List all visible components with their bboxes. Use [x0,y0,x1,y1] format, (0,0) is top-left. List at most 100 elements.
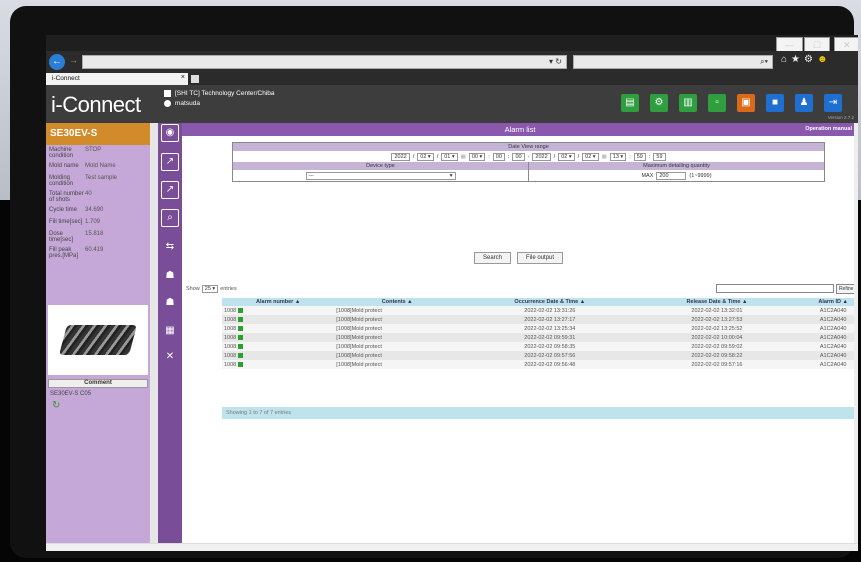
from-sec-input[interactable]: 00 [512,152,525,161]
column-header[interactable]: Occurrence Date & Time ▲ [460,298,640,306]
address-bar[interactable]: ▾ ↻ [82,55,567,69]
users-icon[interactable]: ♟ [795,94,813,112]
table-cell: [1008]Mold protect [334,306,461,315]
table-row[interactable]: 1008 [1008]Mold protect 2022-02-02 09:58:3… [222,342,858,351]
table-row[interactable]: 1008 [1008]Mold protect 2022-02-02 13:25:3… [222,324,858,333]
column-header[interactable]: Release Date & Time ▲ [639,298,795,306]
device-type-select[interactable]: --- ▾ [305,171,456,180]
table-row[interactable]: 1008 [1008]Mold protect 2022-02-02 13:27:1… [222,315,858,324]
left-scrollbar[interactable] [150,123,158,551]
transfer-icon[interactable]: ⇆ [161,239,179,257]
to-month-value: 02 [561,153,568,160]
table-row[interactable]: 1008 [1008]Mold protect 2022-02-02 09:57:5… [222,351,858,360]
settings-icon[interactable]: ⚙ [650,94,668,112]
alarm-detail-icon[interactable] [238,325,244,331]
alarm-number[interactable]: 1008 [224,344,236,350]
info-key: Mold name [49,163,79,169]
column-header[interactable]: Contents ▲ [334,298,461,306]
operation-manual-link[interactable]: Operation manual [805,126,852,132]
monitor-view-icon[interactable]: ◉ [161,124,179,142]
refresh-icon[interactable]: ▾ ↻ [549,57,562,66]
machine-info: Machine condition STOP Mold name Mold Name M… [46,145,150,265]
tab-bar: i-Connect × [46,73,858,85]
alarm-detail-icon[interactable] [238,316,244,322]
from-hour-select[interactable]: 00 ▾ [468,152,486,161]
entries-select[interactable]: 25 ▾ [201,285,219,293]
from-month-select[interactable]: 02 ▾ [417,152,434,161]
forward-icon[interactable]: → [69,55,78,65]
alarm-number[interactable]: 1008 [224,326,236,332]
from-year-input[interactable]: 2022 [391,152,410,161]
operator-icon[interactable]: ☗ [161,295,179,313]
gear-icon[interactable]: ⚙ [804,54,817,65]
to-min-input[interactable]: 59 [633,152,646,161]
file-output-button[interactable]: File output [517,252,564,264]
report-icon[interactable]: ▤ [621,94,639,112]
alarm-number[interactable]: 1008 [224,317,236,323]
search-icon[interactable]: ⌕▾ [760,57,768,67]
main-scrollbar[interactable] [854,123,858,551]
max-quantity-input[interactable]: 200 [656,171,687,180]
alarm-number[interactable]: 1008 [224,335,236,341]
to-month-select[interactable]: 02 ▾ [558,152,575,161]
alarm-detail-icon[interactable] [238,343,244,349]
machine-name[interactable]: SE30EV-S [46,123,150,145]
smiley-icon[interactable]: ☻ [817,54,832,65]
horizontal-scrollbar[interactable] [46,543,858,551]
max-quantity-label: Maximum detailing quantity [529,162,824,170]
table-cell: 2022-02-02 09:56:48 [460,360,640,369]
unlock-icon[interactable]: ▫ [708,94,726,112]
column-header[interactable]: Alarm ID ▲ [794,298,858,306]
mold-part-shape [58,325,138,355]
alarm-number[interactable]: 1008 [224,362,236,368]
document-icon[interactable]: ▥ [679,94,697,112]
calendar-icon[interactable]: ▦ [602,154,607,160]
alarm-number[interactable]: 1008 [224,353,236,359]
from-min-input[interactable]: 00 [492,152,505,161]
browser-search-input[interactable]: ⌕▾ [573,55,773,69]
alarm-user-icon[interactable]: ☗ [161,268,179,286]
alarm-list-panel: Alarm list Operation manual Date View ra… [182,123,858,551]
table-header: Alarm number ▲ Contents ▲ Occurrence Date … [222,298,858,306]
page-title: Alarm list [504,125,536,134]
alarm-number[interactable]: 1008 [224,308,236,314]
browser-tab[interactable]: i-Connect × [46,73,188,85]
max-prefix: MAX [641,172,654,179]
table-row[interactable]: 1008 [1008]Mold protect 2022-02-02 09:59:3… [222,333,858,342]
search-button[interactable]: Search [474,252,512,264]
info-value: 34.690 [85,207,104,213]
refresh-icon[interactable]: ↻ [52,400,144,411]
calendar-icon[interactable]: ▦ [461,154,466,160]
alarm-detail-icon[interactable] [238,334,244,340]
table-row[interactable]: 1008 [1008]Mold protect 2022-02-02 13:31:2… [222,306,858,315]
refine-input[interactable] [716,284,834,293]
back-icon[interactable]: ← [49,54,65,70]
info-value: 1.709 [85,219,101,225]
alarm-detail-icon[interactable] [238,307,244,313]
to-day-select[interactable]: 02 ▾ [582,152,599,161]
display-icon[interactable]: ■ [766,94,784,112]
action-buttons: Search File output [474,252,564,264]
column-header[interactable]: Alarm number ▲ [222,298,335,306]
info-value: STOP [85,147,102,153]
new-tab-icon[interactable] [191,75,199,83]
to-sec-input[interactable]: 59 [653,152,666,161]
star-icon[interactable]: ★ [791,54,804,65]
table-row[interactable]: 1008 [1008]Mold protect 2022-02-02 09:56:4… [222,360,858,369]
tab-close-icon[interactable]: × [181,74,185,81]
alarm-detail-icon[interactable] [238,352,244,358]
search-chart-icon[interactable]: ⌕ [161,209,179,227]
monitor-icon[interactable]: ▣ [737,94,755,112]
to-year-input[interactable]: 2022 [532,152,551,161]
logout-icon[interactable]: ⇥ [824,94,842,112]
alarm-detail-icon[interactable] [238,361,244,367]
tools-icon[interactable]: ✕ [161,349,179,367]
user-icon [164,100,171,107]
to-hour-select[interactable]: 13 ▾ [609,152,627,161]
app-logo: i-Connect [51,92,141,117]
home-icon[interactable]: ⌂ [781,54,791,65]
trend-chart-icon[interactable]: ↗ [161,153,179,171]
device-icon[interactable]: ▦ [161,323,179,341]
from-day-select[interactable]: 01 ▾ [441,152,458,161]
line-graph-icon[interactable]: ↗ [161,181,179,199]
